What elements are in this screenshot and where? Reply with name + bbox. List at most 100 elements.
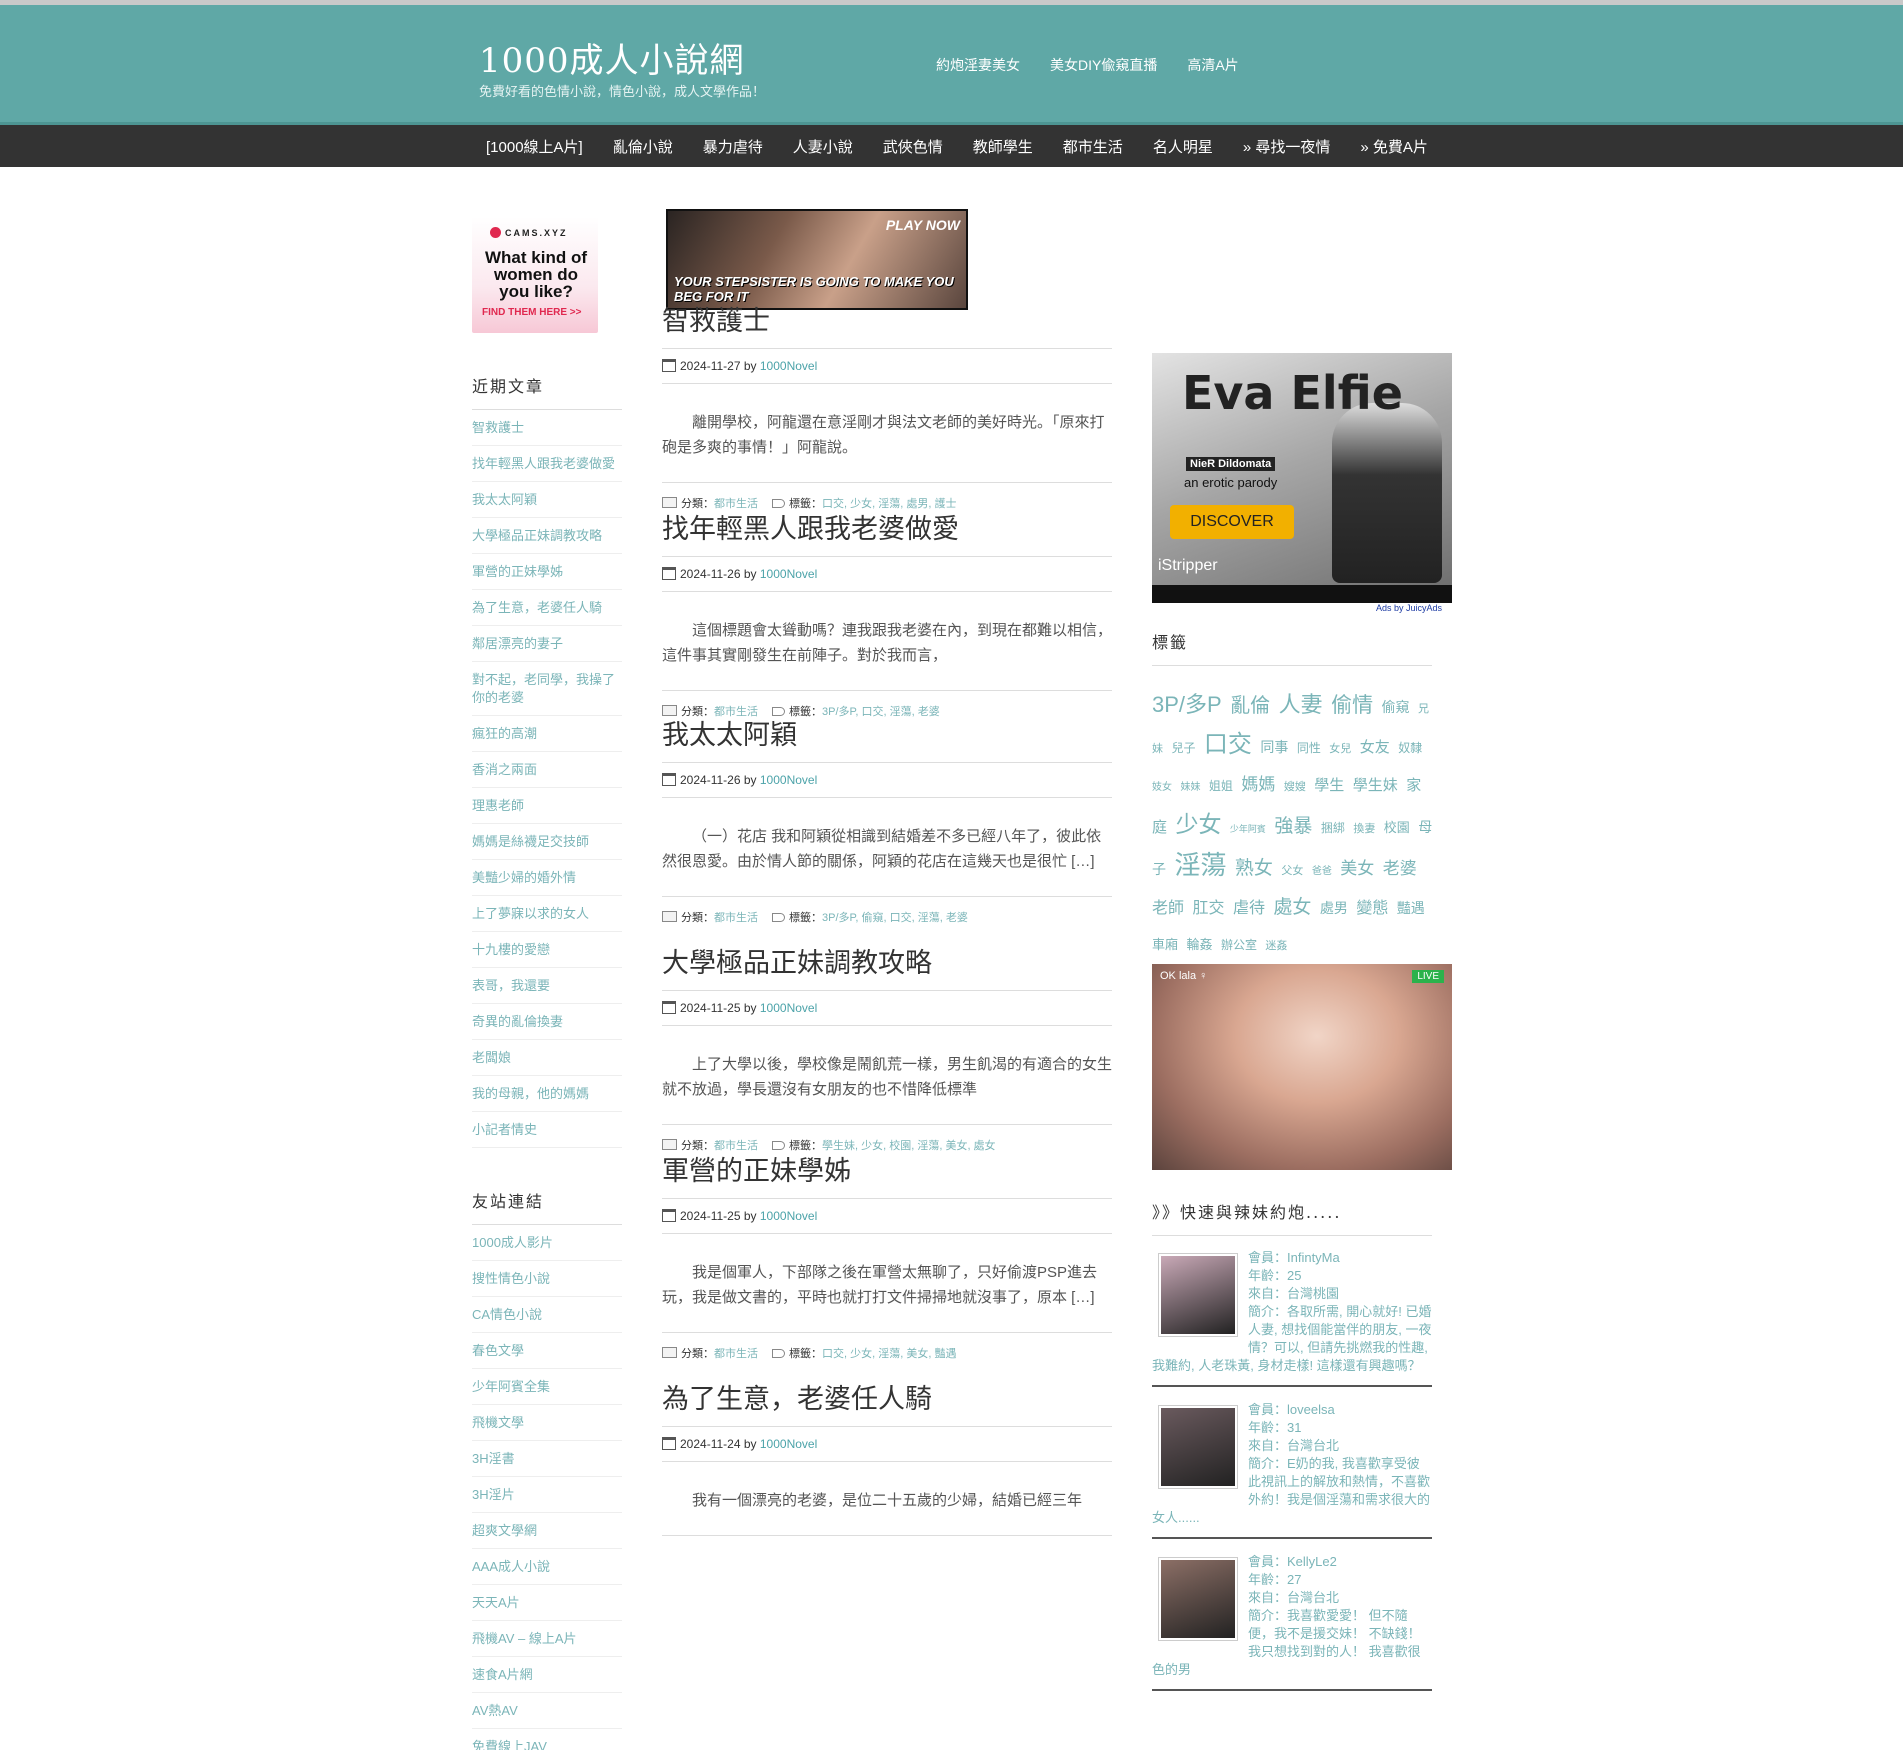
recent-post-link[interactable]: 美豔少婦的婚外情 xyxy=(472,860,622,896)
discover-button[interactable]: DISCOVER xyxy=(1170,505,1294,539)
post-title[interactable]: 為了生意，老婆任人騎 xyxy=(662,1377,1112,1427)
tag-link[interactable]: 妓女 xyxy=(1152,782,1172,793)
cams-ad[interactable]: CAMS.XYZ What kind of women do you like?… xyxy=(472,217,598,333)
recent-post-link[interactable]: 找年輕黑人跟我老婆做愛 xyxy=(472,446,622,482)
tag-link[interactable]: 美女 xyxy=(1340,859,1374,878)
recent-post-link[interactable]: 媽媽是絲襪足交技師 xyxy=(472,824,622,860)
tag-link[interactable]: 偷窺 xyxy=(1382,699,1410,715)
post-title[interactable]: 軍營的正妹學姊 xyxy=(662,1149,1112,1199)
tag-link[interactable]: 老婆 xyxy=(1383,859,1417,878)
member-card[interactable]: 會員：InfintyMa 年齡：25 來自：台灣桃園 簡介：各取所需, 開心就好! 已… xyxy=(1152,1243,1432,1387)
post-author[interactable]: 1000Novel xyxy=(760,567,817,581)
member-photo[interactable] xyxy=(1158,1405,1238,1489)
tag-link[interactable]: 女兒 xyxy=(1329,743,1351,755)
friend-link[interactable]: 3H淫片 xyxy=(472,1477,622,1513)
tag-link[interactable]: 淫蕩 xyxy=(1174,850,1226,880)
tag-link[interactable]: 少年阿賓 xyxy=(1230,824,1266,834)
tag-link[interactable]: 辦公室 xyxy=(1221,938,1257,952)
tag-link[interactable]: 熟女 xyxy=(1235,858,1273,879)
friend-link[interactable]: 飛機AV – 線上A片 xyxy=(472,1621,622,1657)
tag-link[interactable]: 口交 xyxy=(1204,731,1252,758)
recent-post-link[interactable]: 老闆娘 xyxy=(472,1040,622,1076)
friend-link[interactable]: 免費線上JAV xyxy=(472,1729,622,1750)
tag-link[interactable]: 車廂 xyxy=(1152,937,1178,952)
tag-link[interactable]: 少女 xyxy=(1175,811,1221,837)
post-author[interactable]: 1000Novel xyxy=(760,1437,817,1451)
nav-item[interactable]: 名人明星 xyxy=(1153,136,1213,157)
recent-post-link[interactable]: 我的母親，他的媽媽 xyxy=(472,1076,622,1112)
nav-item[interactable]: 武俠色情 xyxy=(883,136,943,157)
friend-link[interactable]: AAA成人小說 xyxy=(472,1549,622,1585)
header-link-dating[interactable]: 約炮淫妻美女 xyxy=(936,55,1020,75)
tag-link[interactable]: 學生妹 xyxy=(1353,777,1398,794)
tag-link[interactable]: 姐姐 xyxy=(1209,779,1233,793)
recent-post-link[interactable]: 理惠老師 xyxy=(472,788,622,824)
header-link-hd[interactable]: 高清A片 xyxy=(1187,55,1238,75)
header-link-live[interactable]: 美女DIY偸窺直播 xyxy=(1050,55,1157,75)
nav-item[interactable]: » 免費A片 xyxy=(1360,136,1428,157)
tag-link[interactable]: 嫂嫂 xyxy=(1284,781,1306,793)
nav-item[interactable]: 教師學生 xyxy=(973,136,1033,157)
tag-link[interactable]: 人妻 xyxy=(1279,692,1323,717)
recent-post-link[interactable]: 上了夢寐以求的女人 xyxy=(472,896,622,932)
nav-item[interactable]: 人妻小說 xyxy=(793,136,853,157)
recent-post-link[interactable]: 小記者情史 xyxy=(472,1112,622,1148)
tag-link[interactable]: 處女 xyxy=(1273,897,1311,918)
friend-link[interactable]: 少年阿賓全集 xyxy=(472,1369,622,1405)
category-link[interactable]: 都市生活 xyxy=(714,912,758,924)
tag-link[interactable]: 亂倫 xyxy=(1230,695,1270,717)
friend-link[interactable]: 速食A片網 xyxy=(472,1657,622,1693)
post-tags[interactable]: 口交, 少女, 淫蕩, 美女, 豔遇 xyxy=(822,1348,956,1360)
tag-link[interactable]: 同性 xyxy=(1297,741,1321,755)
post-tags[interactable]: 3P/多P, 偷窺, 口交, 淫蕩, 老婆 xyxy=(822,912,968,924)
recent-post-link[interactable]: 智救護士 xyxy=(472,410,622,446)
tag-link[interactable]: 校園 xyxy=(1384,820,1410,835)
live-cam-ad[interactable]: OK lala ♀ LIVE xyxy=(1152,964,1452,1170)
nav-item[interactable]: 暴力虐待 xyxy=(703,136,763,157)
tag-link[interactable]: 3P/多P xyxy=(1152,692,1222,717)
tag-link[interactable]: 兒子 xyxy=(1171,741,1195,755)
tag-link[interactable]: 女友 xyxy=(1360,739,1390,756)
member-card[interactable]: 會員：KellyLe2 年齡：27 來自：台灣台北 簡介：我喜歡愛愛！ 但不隨便，我不… xyxy=(1152,1547,1432,1691)
tag-link[interactable]: 輪姦 xyxy=(1186,937,1212,952)
nav-item[interactable]: 都市生活 xyxy=(1063,136,1123,157)
post-title[interactable]: 智救護士 xyxy=(662,299,1112,349)
ads-credit-link[interactable]: Ads by JuicyAds xyxy=(1376,603,1442,613)
tag-link[interactable]: 豔遇 xyxy=(1397,900,1425,916)
tag-link[interactable]: 妹妹 xyxy=(1180,782,1200,793)
friend-link[interactable]: 1000成人影片 xyxy=(472,1225,622,1261)
friend-link[interactable]: 飛機文學 xyxy=(472,1405,622,1441)
recent-post-link[interactable]: 我太太阿穎 xyxy=(472,482,622,518)
friend-link[interactable]: 天天A片 xyxy=(472,1585,622,1621)
post-title[interactable]: 找年輕黑人跟我老婆做愛 xyxy=(662,507,1112,557)
nav-item[interactable]: [1000線上A片] xyxy=(486,136,583,157)
tag-link[interactable]: 換妻 xyxy=(1353,823,1375,835)
recent-post-link[interactable]: 表哥，我還要 xyxy=(472,968,622,1004)
recent-post-link[interactable]: 奇異的亂倫換妻 xyxy=(472,1004,622,1040)
friend-link[interactable]: 3H淫書 xyxy=(472,1441,622,1477)
member-card[interactable]: 會員：loveelsa 年齡：31 來自：台灣台北 簡介：E奶的我, 我喜歡享受彼此視… xyxy=(1152,1395,1432,1539)
member-photo[interactable] xyxy=(1158,1557,1238,1641)
eva-elfie-ad[interactable]: Eva Elfie NieR Dildomata an erotic parod… xyxy=(1152,353,1452,603)
recent-post-link[interactable]: 為了生意，老婆任人騎 xyxy=(472,590,622,626)
post-author[interactable]: 1000Novel xyxy=(760,359,817,373)
tag-link[interactable]: 迷姦 xyxy=(1265,940,1287,952)
friend-link[interactable]: 春色文學 xyxy=(472,1333,622,1369)
tag-link[interactable]: 奴隸 xyxy=(1398,741,1422,755)
friend-link[interactable]: 超爽文學網 xyxy=(472,1513,622,1549)
recent-post-link[interactable]: 大學極品正妹調教攻略 xyxy=(472,518,622,554)
tag-link[interactable]: 父女 xyxy=(1281,865,1303,877)
tag-link[interactable]: 處男 xyxy=(1320,900,1348,916)
tag-link[interactable]: 同事 xyxy=(1260,739,1288,755)
nav-item[interactable]: » 尋找一夜情 xyxy=(1243,136,1331,157)
recent-post-link[interactable]: 鄰居漂亮的妻子 xyxy=(472,626,622,662)
tag-link[interactable]: 變態 xyxy=(1356,900,1388,917)
post-author[interactable]: 1000Novel xyxy=(760,1209,817,1223)
friend-link[interactable]: 搜性情色小說 xyxy=(472,1261,622,1297)
friend-link[interactable]: AV熱AV xyxy=(472,1693,622,1729)
tag-link[interactable]: 肛交 xyxy=(1192,900,1224,917)
post-title[interactable]: 我太太阿穎 xyxy=(662,713,1112,763)
post-title[interactable]: 大學極品正妹調教攻略 xyxy=(662,941,1112,991)
category-link[interactable]: 都市生活 xyxy=(714,1348,758,1360)
site-title[interactable]: 1000成人小說網 xyxy=(479,33,745,82)
